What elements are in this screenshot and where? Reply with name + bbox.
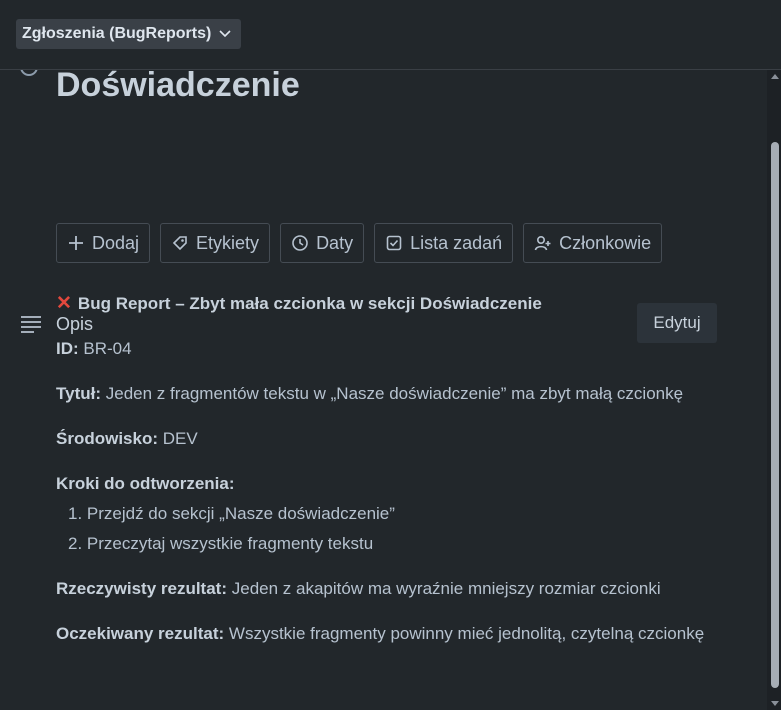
chevron-down-icon [219,30,231,38]
expected-result-value: Wszystkie fragmenty powinny mieć jednoli… [228,624,705,643]
add-member-icon [534,235,551,251]
labels-button[interactable]: Etykiety [160,223,271,263]
vertical-scrollbar[interactable] [767,70,781,710]
id-value: BR-04 [83,339,132,358]
card-title[interactable]: Zbyt mała czcionka w sekcji Doświadczeni… [56,70,716,106]
bug-report-heading-text: Bug Report – Zbyt mała czcionka w sekcji… [77,294,542,313]
bug-report-heading: ✕ Bug Report – Zbyt mała czcionka w sekcj… [56,292,542,315]
members-button-label: Członkowie [559,232,652,253]
add-button[interactable]: Dodaj [56,223,151,263]
list-item: 2. Przeczytaj wszystkie fragmenty tekstu [68,534,374,553]
checklist-button[interactable]: Lista zadań [374,223,514,263]
clock-icon [292,235,308,251]
list-item: 1. Przejdź do sekcji „Nasze doświadczeni… [68,504,395,523]
scroll-up-arrow-icon[interactable] [771,74,779,79]
scrollbar-thumb[interactable] [771,142,779,688]
actual-result-value: Jeden z akapitów ma wyraźnie mniejszy ro… [231,579,661,598]
red-x-icon: ✕ [56,293,72,314]
dates-button[interactable]: Daty [280,223,365,263]
tag-icon [172,236,187,251]
environment-label: Środowisko: [56,429,159,448]
steps-heading: Kroki do odtworzenia: [56,474,235,494]
title-value: Jeden z fragmentów tekstu w „Nasze doświ… [105,384,684,403]
description-label: Opis [56,314,94,334]
labels-button-label: Etykiety [196,232,260,253]
checklist-button-label: Lista zadań [410,232,503,253]
title-label: Tytuł: [56,384,102,403]
expected-result-line: Oczekiwany rezultat: Wszystkie fragmenty… [56,624,704,644]
steps-list: 1. Przejdź do sekcji „Nasze doświadczeni… [68,504,395,564]
expected-result-label: Oczekiwany rezultat: [56,624,225,643]
id-line: ID: BR-04 [56,339,132,359]
members-button[interactable]: Członkowie [523,223,663,263]
card-actions: Dodaj Etykiety Daty Lista zadań Członkow… [56,223,663,263]
list-name: Zgłoszenia (BugReports) [22,25,212,42]
actual-result-line: Rzeczywisty rezultat: Jeden z akapitów m… [56,579,661,599]
id-label: ID: [56,339,79,358]
title-line: Tytuł: Jeden z fragmentów tekstu w „Nasz… [56,384,683,404]
card-complete-circle-icon[interactable] [20,70,38,76]
add-button-label: Dodaj [92,232,140,253]
card-top-bar: Zgłoszenia (BugReports) [0,0,781,70]
dates-button-label: Daty [316,232,354,253]
environment-value: DEV [162,429,198,448]
scroll-down-arrow-icon[interactable] [771,701,779,706]
description-lines-icon [21,316,41,333]
environment-line: Środowisko: DEV [56,429,198,449]
list-selector[interactable]: Zgłoszenia (BugReports) [16,19,242,49]
checklist-icon [386,235,402,251]
plus-icon [69,236,83,250]
steps-label: Kroki do odtworzenia: [56,474,235,493]
edit-description-button[interactable]: Edytuj [637,303,717,343]
actual-result-label: Rzeczywisty rezultat: [56,579,227,598]
